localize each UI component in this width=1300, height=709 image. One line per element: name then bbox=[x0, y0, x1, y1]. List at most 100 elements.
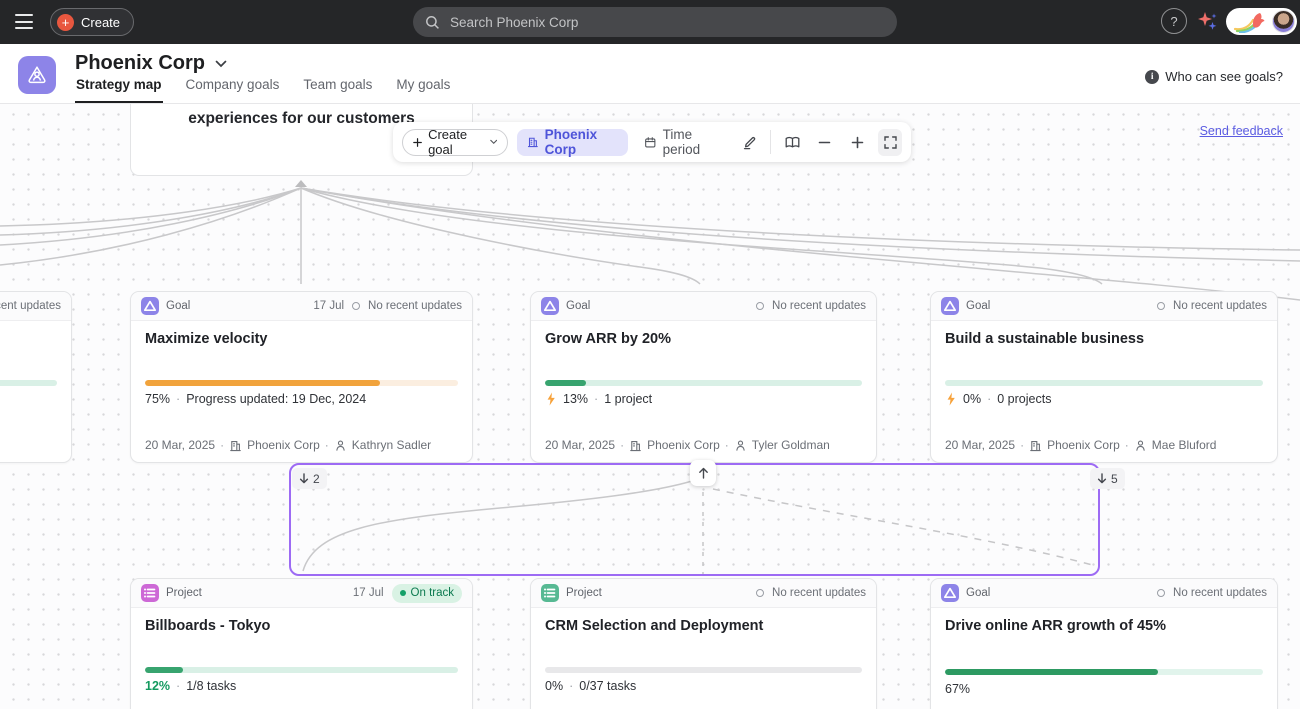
progress-stats: 75% · Progress updated: 19 Dec, 2024 bbox=[145, 392, 366, 406]
project-type-icon bbox=[141, 584, 159, 602]
status-text: No recent updates bbox=[368, 300, 462, 312]
time-period-button[interactable]: Time period bbox=[637, 129, 729, 156]
project-card-crm-selection[interactable]: Project No recent updates CRM Selection … bbox=[530, 578, 877, 709]
card-title: Billboards - Tokyo bbox=[145, 618, 458, 634]
who-can-see-goals[interactable]: i Who can see goals? bbox=[1145, 69, 1283, 84]
fullscreen-icon[interactable] bbox=[878, 129, 902, 156]
progress-bar bbox=[945, 669, 1263, 675]
info-icon: i bbox=[1145, 70, 1159, 84]
card-title: Maximize velocity bbox=[145, 331, 458, 347]
progress-stats: 13% · 1 project bbox=[545, 392, 652, 406]
org-avatar[interactable] bbox=[18, 56, 56, 94]
children-count-badge-left[interactable]: 2 bbox=[292, 468, 327, 489]
goal-card-sustainable-business[interactable]: Goal No recent updates Build a sustainab… bbox=[930, 291, 1278, 463]
building-icon bbox=[1029, 439, 1042, 452]
send-feedback-link[interactable]: Send feedback bbox=[1200, 124, 1283, 138]
due-date: 17 Jul bbox=[353, 587, 384, 599]
partial-goal-card[interactable]: No recent updates bbox=[0, 291, 72, 463]
zoom-out-button[interactable] bbox=[813, 129, 837, 156]
progress-bar bbox=[545, 667, 862, 673]
create-goal-button[interactable]: Create goal bbox=[402, 129, 508, 156]
goal-type-icon bbox=[141, 297, 159, 315]
chevron-down-icon bbox=[215, 60, 227, 68]
org-filter-pill[interactable]: Phoenix Corp bbox=[517, 129, 628, 156]
goal-type-icon bbox=[941, 584, 959, 602]
collapse-up-button[interactable] bbox=[690, 460, 716, 486]
ai-sparkles-icon[interactable] bbox=[1195, 10, 1219, 34]
marker-icon[interactable] bbox=[738, 129, 762, 156]
project-type-icon bbox=[541, 584, 559, 602]
building-icon bbox=[527, 135, 539, 149]
children-count-badge-right[interactable]: 5 bbox=[1090, 468, 1125, 489]
goal-type-icon bbox=[941, 297, 959, 315]
card-type-label: Goal bbox=[566, 300, 590, 312]
search-input[interactable] bbox=[448, 14, 885, 31]
tab-company-goals[interactable]: Company goals bbox=[185, 77, 281, 103]
menu-icon[interactable] bbox=[15, 14, 33, 29]
arrow-up-icon bbox=[698, 467, 709, 479]
progress-stats: 67% bbox=[945, 682, 970, 696]
card-type-label: Project bbox=[166, 587, 202, 599]
status-text: No recent updates bbox=[1173, 587, 1267, 599]
account-pill[interactable] bbox=[1226, 8, 1297, 35]
progress-bar bbox=[945, 380, 1263, 386]
status-ring-icon bbox=[756, 589, 764, 597]
status-dot bbox=[400, 590, 406, 596]
global-topbar: + Create ? bbox=[0, 0, 1300, 44]
map-view-icon[interactable] bbox=[780, 129, 804, 156]
zoom-in-button[interactable] bbox=[846, 129, 870, 156]
page-title[interactable]: Phoenix Corp bbox=[75, 52, 227, 75]
card-footer: 20 Mar, 2025 · Phoenix Corp · Mae Blufor… bbox=[945, 438, 1267, 452]
create-button[interactable]: + Create bbox=[50, 8, 134, 36]
card-type-label: Goal bbox=[966, 300, 990, 312]
progress-bar bbox=[145, 667, 458, 673]
building-icon bbox=[629, 439, 642, 452]
goal-card-grow-arr[interactable]: Goal No recent updates Grow ARR by 20% 1… bbox=[530, 291, 877, 463]
status-text: No recent updates bbox=[772, 587, 866, 599]
bolt-icon bbox=[545, 392, 557, 406]
status-text: No recent updates bbox=[1173, 300, 1267, 312]
arrow-down-icon bbox=[299, 473, 309, 484]
person-icon bbox=[1134, 439, 1147, 452]
page-header: Phoenix Corp Strategy map Company goals … bbox=[0, 44, 1300, 104]
strategy-map-canvas[interactable]: experiences for our customers No recent … bbox=[0, 104, 1300, 709]
due-date: 17 Jul bbox=[313, 300, 344, 312]
tab-strategy-map[interactable]: Strategy map bbox=[75, 77, 163, 103]
status-text: No recent updates bbox=[0, 300, 61, 312]
progress-bar bbox=[545, 380, 862, 386]
goal-card-maximize-velocity[interactable]: Goal 17 Jul No recent updates Maximize v… bbox=[130, 291, 473, 463]
progress-stats: 0% · 0/37 tasks bbox=[545, 679, 636, 693]
status-ring-icon bbox=[352, 302, 360, 310]
team-icon bbox=[26, 64, 48, 86]
card-footer: 20 Mar, 2025 · Phoenix Corp · Tyler Gold… bbox=[545, 438, 866, 452]
calendar-icon bbox=[644, 135, 657, 150]
help-button[interactable]: ? bbox=[1161, 8, 1187, 34]
project-card-billboards-tokyo[interactable]: Project 17 Jul On track Billboards - Tok… bbox=[130, 578, 473, 709]
strategy-map-page: + Create ? bbox=[0, 0, 1300, 709]
card-type-label: Project bbox=[566, 587, 602, 599]
search-icon bbox=[425, 15, 440, 30]
bolt-icon bbox=[945, 392, 957, 406]
status-badge: On track bbox=[392, 584, 462, 603]
tab-my-goals[interactable]: My goals bbox=[395, 77, 451, 103]
collapse-arrow-icon[interactable] bbox=[295, 180, 307, 187]
user-avatar bbox=[1272, 10, 1295, 33]
progress-bar bbox=[145, 380, 458, 386]
status-ring-icon bbox=[1157, 302, 1165, 310]
progress-stats: 0% · 0 projects bbox=[945, 392, 1051, 406]
status-ring-icon bbox=[756, 302, 764, 310]
card-type-label: Goal bbox=[166, 300, 190, 312]
logo-illustration bbox=[1233, 11, 1265, 33]
card-footer: 20 Mar, 2025 · Phoenix Corp · Kathryn Sa… bbox=[145, 438, 462, 452]
card-title: Build a sustainable business bbox=[945, 331, 1263, 347]
global-search[interactable] bbox=[413, 7, 897, 37]
tab-team-goals[interactable]: Team goals bbox=[302, 77, 373, 103]
goal-type-icon bbox=[541, 297, 559, 315]
create-button-label: Create bbox=[81, 15, 120, 30]
map-toolbar: Create goal Phoenix Corp Time period bbox=[393, 122, 911, 162]
progress-stats: 12% · 1/8 tasks bbox=[145, 679, 236, 693]
goal-card-online-arr-growth[interactable]: Goal No recent updates Drive online ARR … bbox=[930, 578, 1278, 709]
card-type-label: Goal bbox=[966, 587, 990, 599]
plus-icon: + bbox=[57, 14, 74, 31]
card-title: CRM Selection and Deployment bbox=[545, 618, 862, 634]
